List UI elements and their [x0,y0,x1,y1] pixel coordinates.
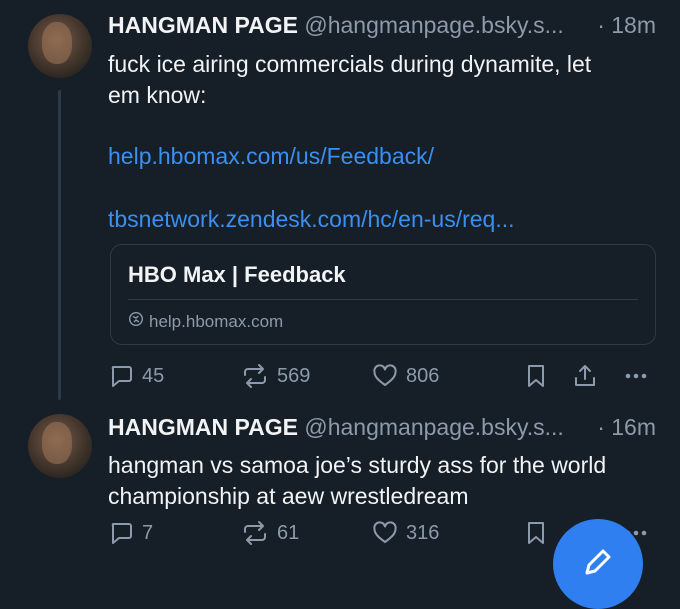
repost-count: 569 [277,364,311,387]
like-icon [372,363,398,389]
post-actions: 45 569 806 [108,363,656,393]
post-header: HANGMAN PAGE @hangmanpage.bsky.s... [108,12,564,39]
author-name[interactable]: HANGMAN PAGE [108,12,298,38]
author-handle[interactable]: @hangmanpage.bsky.s... [304,414,563,440]
reply-button[interactable]: 45 [108,363,164,389]
repost-button[interactable]: 569 [241,363,310,389]
repost-button[interactable]: 61 [241,520,299,546]
post-text-line: championship at aew wrestledream [108,483,469,509]
reply-button[interactable]: 7 [108,520,153,546]
share-icon [572,363,598,389]
repost-icon [241,520,269,546]
reply-count: 7 [142,521,154,544]
card-domain-text: help.hbomax.com [149,311,284,331]
card-divider [128,299,638,300]
link-preview-card[interactable]: HBO Max | Feedback help.hbomax.com [110,244,656,345]
more-icon [622,363,650,389]
reply-icon [108,520,134,546]
compose-icon [579,545,615,586]
like-button[interactable]: 806 [372,363,439,389]
like-icon [372,520,398,546]
post-time[interactable]: · 18m [597,12,656,39]
share-button[interactable] [572,363,598,389]
post-text-line: em know: [108,82,207,108]
avatar[interactable] [28,414,92,478]
post-text: hangman vs samoa joe’s sturdy ass for th… [108,450,658,512]
bookmark-icon [525,363,547,389]
post-link[interactable]: help.hbomax.com/us/Feedback/ [108,143,434,170]
author-name[interactable]: HANGMAN PAGE [108,414,298,440]
post-text-line: hangman vs samoa joe’s sturdy ass for th… [108,452,607,478]
repost-icon [241,363,269,389]
globe-icon [128,311,144,332]
thread-line [58,90,61,400]
like-count: 806 [406,364,440,387]
more-button[interactable] [622,363,650,389]
avatar[interactable] [28,14,92,78]
compose-button[interactable] [553,519,643,609]
bookmark-icon [525,520,547,546]
card-domain: help.hbomax.com [128,311,283,332]
reply-count: 45 [142,364,165,387]
author-handle[interactable]: @hangmanpage.bsky.s... [304,12,563,38]
bookmark-button[interactable] [525,520,547,546]
reply-icon [108,363,134,389]
card-title: HBO Max | Feedback [128,262,346,287]
like-button[interactable]: 316 [372,520,439,546]
post-time[interactable]: · 16m [597,414,656,441]
post-header: HANGMAN PAGE @hangmanpage.bsky.s... [108,414,564,441]
bookmark-button[interactable] [525,363,547,389]
post-text: fuck ice airing commercials during dynam… [108,49,658,111]
repost-count: 61 [277,521,300,544]
like-count: 316 [406,521,440,544]
post-text-line: fuck ice airing commercials during dynam… [108,51,592,77]
post-link[interactable]: tbsnetwork.zendesk.com/hc/en-us/req... [108,206,515,233]
